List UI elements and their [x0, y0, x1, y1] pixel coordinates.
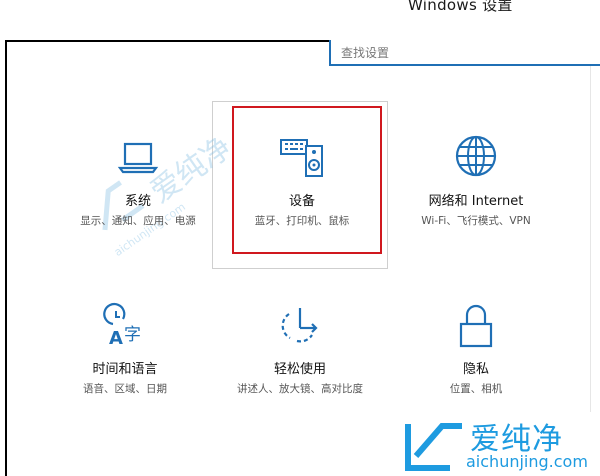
tile-network[interactable]: 网络和 Internet Wi-Fi、飞行模式、VPN — [396, 134, 556, 228]
lock-icon — [459, 304, 493, 348]
tile-ease-of-access[interactable]: 轻松使用 讲述人、放大镜、高对比度 — [220, 302, 380, 396]
tile-subtitle: Wi-Fi、飞行模式、VPN — [421, 215, 531, 227]
tile-system[interactable]: 系统 显示、通知、应用、电源 — [58, 134, 218, 228]
tile-title: 系统 — [124, 194, 151, 209]
tile-title: 网络和 Internet — [428, 194, 524, 209]
time-language-icon: A 字 — [103, 302, 141, 349]
tile-time-language[interactable]: A 字 时间和语言 语音、区域、日期 — [45, 302, 205, 396]
tile-subtitle: 蓝牙、打印机、鼠标 — [254, 215, 350, 227]
tile-privacy[interactable]: 隐私 位置、相机 — [396, 302, 556, 396]
tile-subtitle: 语音、区域、日期 — [83, 383, 167, 395]
devices-icon — [280, 139, 323, 177]
tile-title: 设备 — [288, 194, 315, 209]
tile-devices[interactable]: 设备 蓝牙、打印机、鼠标 — [222, 134, 382, 228]
search-input[interactable]: 查找设置 — [329, 40, 600, 66]
watermark-corner: 爱纯净 aichunjing.com — [398, 412, 600, 476]
laptop-icon — [117, 142, 159, 174]
watermark-url: aichunjing.com — [466, 452, 588, 471]
tile-title: 时间和语言 — [92, 362, 158, 377]
watermark-logo-icon — [405, 423, 462, 471]
tile-subtitle: 显示、通知、应用、电源 — [80, 215, 196, 227]
svg-text:字: 字 — [124, 325, 141, 345]
ease-of-access-icon — [281, 308, 318, 343]
tile-subtitle: 讲述人、放大镜、高对比度 — [237, 383, 363, 395]
svg-text:A: A — [109, 328, 123, 349]
tile-subtitle: 位置、相机 — [449, 383, 503, 395]
globe-icon — [455, 135, 497, 177]
tile-title: 轻松使用 — [273, 362, 326, 377]
tile-title: 隐私 — [462, 362, 489, 377]
window-title: Windows 设置 — [408, 0, 513, 14]
